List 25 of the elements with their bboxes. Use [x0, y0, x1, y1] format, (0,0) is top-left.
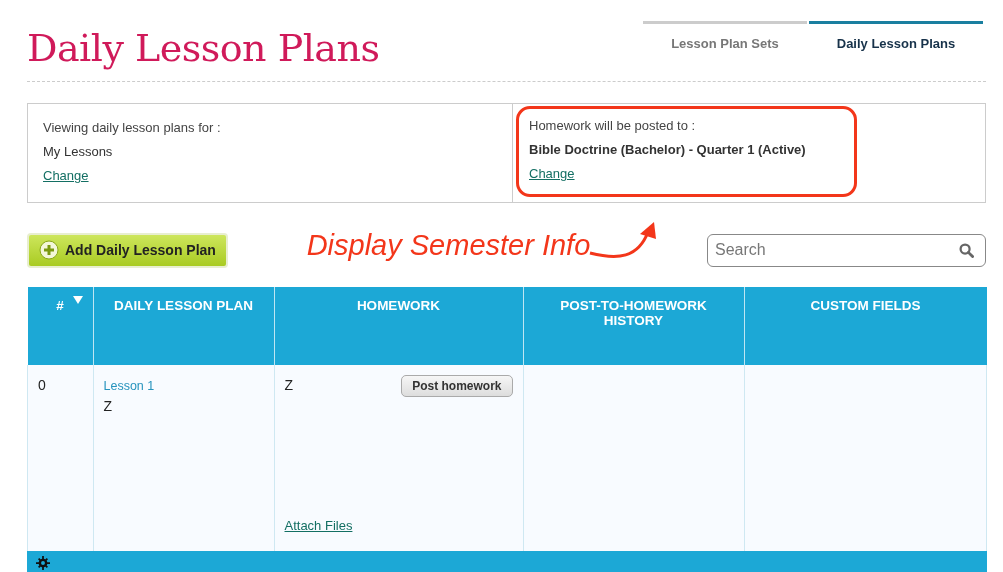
- column-header[interactable]: POST-TO-HOMEWORK HISTORY: [523, 287, 744, 365]
- info-label: Homework will be posted to :: [529, 118, 697, 133]
- post-homework-button[interactable]: Post homework: [401, 375, 513, 397]
- info-value: Bible Doctrine (Bachelor) - Quarter 1 (Active): [529, 142, 807, 157]
- tab[interactable]: Lesson Plan Sets: [643, 21, 807, 81]
- homework-text: Z: [284, 377, 294, 393]
- change-link[interactable]: Change: [43, 168, 89, 183]
- attach-files-link[interactable]: Attach Files: [284, 518, 353, 533]
- search-icon: [959, 242, 974, 258]
- page-title: Daily Lesson Plans: [27, 26, 380, 72]
- column-header[interactable]: CUSTOM FIELDS: [744, 287, 987, 365]
- change-link[interactable]: Change: [529, 166, 575, 181]
- settings-icon[interactable]: [36, 555, 50, 570]
- add-lesson-plan-button[interactable]: Add Daily Lesson Plan: [27, 232, 228, 268]
- plus-icon: [39, 240, 59, 260]
- column-header[interactable]: #: [27, 287, 93, 365]
- annotation-text: Display Semester Info: [306, 228, 591, 262]
- info-label: Viewing daily lesson plans for :: [43, 120, 222, 135]
- search-field[interactable]: Search: [707, 233, 986, 267]
- column-header[interactable]: DAILY LESSON PLAN: [93, 287, 274, 365]
- lesson-link[interactable]: Lesson 1: [103, 379, 155, 393]
- info-value: My Lessons: [43, 144, 114, 159]
- column-header[interactable]: HOMEWORK: [274, 287, 523, 365]
- lesson-text: Z: [103, 398, 114, 414]
- tab[interactable]: Daily Lesson Plans: [809, 21, 983, 81]
